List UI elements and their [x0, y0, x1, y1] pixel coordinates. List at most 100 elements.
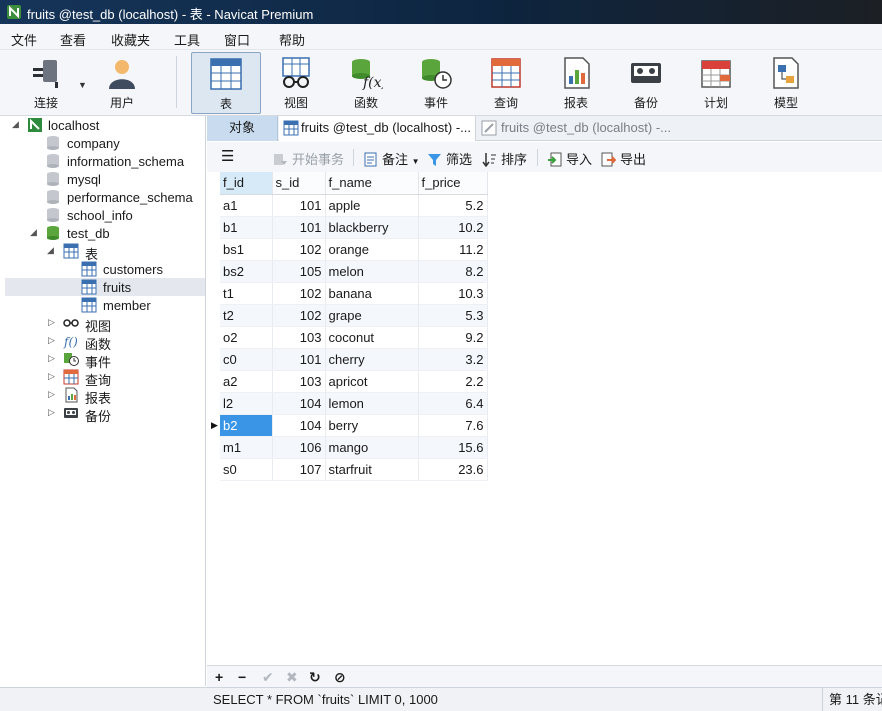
cell-f-price[interactable]: 23.6	[418, 458, 488, 481]
cell-f-name[interactable]: banana	[325, 282, 419, 305]
cell-f-id[interactable]: t1	[220, 282, 273, 305]
cell-s-id[interactable]: 105	[272, 260, 326, 283]
tree-item-localhost[interactable]: ◢ localhost	[5, 116, 205, 134]
menu-window[interactable]: 窗口	[224, 30, 250, 49]
tab-fruits-design[interactable]: fruits @test_db (localhost) -...	[477, 116, 687, 141]
tree-folder-views[interactable]: ▷ 视图	[5, 314, 205, 334]
tree-item-fruits[interactable]: fruits	[5, 278, 205, 296]
cell-s-id[interactable]: 103	[272, 326, 326, 349]
tree-folder-backups[interactable]: ▷ 备份	[5, 404, 205, 424]
cell-f-price[interactable]: 7.6	[418, 414, 488, 437]
table-row[interactable]: o2 103 coconut 9.2	[220, 326, 488, 349]
menu-tools[interactable]: 工具	[174, 30, 200, 49]
connect-button[interactable]: 连接	[14, 52, 78, 114]
table-row[interactable]: t2 102 grape 5.3	[220, 304, 488, 327]
cell-s-id[interactable]: 102	[272, 282, 326, 305]
cell-s-id[interactable]: 103	[272, 370, 326, 393]
cell-f-price[interactable]: 8.2	[418, 260, 488, 283]
table-row[interactable]: s0 107 starfruit 23.6	[220, 458, 488, 481]
memo-button[interactable]: 备注 ▼	[363, 149, 420, 168]
collapse-arrow-icon[interactable]: ◢	[12, 119, 19, 130]
cell-s-id[interactable]: 104	[272, 414, 326, 437]
cell-f-name[interactable]: melon	[325, 260, 419, 283]
cell-f-id[interactable]: m1	[220, 436, 273, 459]
tab-fruits-table[interactable]: fruits @test_db (localhost) -...	[279, 116, 476, 141]
table-button[interactable]: 表	[191, 52, 261, 114]
query-button[interactable]: 查询	[478, 52, 534, 114]
cell-f-name[interactable]: berry	[325, 414, 419, 437]
tree-folder-tables[interactable]: ◢ 表	[5, 242, 205, 262]
begin-transaction-button[interactable]: 开始事务	[273, 149, 344, 168]
collapse-arrow-icon[interactable]: ◢	[47, 245, 54, 256]
cell-f-price[interactable]: 10.3	[418, 282, 488, 305]
cell-f-price[interactable]: 3.2	[418, 348, 488, 371]
cell-s-id[interactable]: 101	[272, 216, 326, 239]
collapse-arrow-icon[interactable]: ◢	[30, 227, 37, 238]
cell-f-name[interactable]: cherry	[325, 348, 419, 371]
discard-changes-button[interactable]: ✖	[286, 669, 298, 686]
table-row[interactable]: bs1 102 orange 11.2	[220, 238, 488, 261]
cell-s-id[interactable]: 102	[272, 304, 326, 327]
expand-arrow-icon[interactable]: ▷	[48, 335, 55, 346]
tree-item-test-db[interactable]: ◢ test_db	[5, 224, 205, 242]
cell-f-name[interactable]: apricot	[325, 370, 419, 393]
tree-item-mysql[interactable]: mysql	[5, 170, 205, 188]
cell-f-id[interactable]: o2	[220, 326, 273, 349]
menu-file[interactable]: 文件	[11, 30, 37, 49]
cell-f-price[interactable]: 9.2	[418, 326, 488, 349]
import-button[interactable]: 导入	[547, 149, 592, 168]
menu-help[interactable]: 帮助	[279, 30, 305, 49]
tree-folder-reports[interactable]: ▷ 报表	[5, 386, 205, 406]
tree-item-company[interactable]: company	[5, 134, 205, 152]
cell-s-id[interactable]: 104	[272, 392, 326, 415]
cell-f-name[interactable]: orange	[325, 238, 419, 261]
cell-f-id[interactable]: bs2	[220, 260, 273, 283]
filter-button[interactable]: 筛选	[427, 149, 472, 168]
cell-f-price[interactable]: 10.2	[418, 216, 488, 239]
tab-objects[interactable]: 对象	[207, 116, 278, 141]
cell-f-price[interactable]: 15.6	[418, 436, 488, 459]
expand-arrow-icon[interactable]: ▷	[48, 389, 55, 400]
function-button[interactable]: f(x) 函数	[338, 52, 394, 114]
cell-f-price[interactable]: 5.2	[418, 194, 488, 217]
cell-f-id[interactable]: b2	[220, 414, 273, 437]
cell-f-name[interactable]: mango	[325, 436, 419, 459]
tree-folder-functions[interactable]: ▷ f() 函数	[5, 332, 205, 352]
schedule-button[interactable]: 计划	[688, 52, 744, 114]
cell-f-price[interactable]: 2.2	[418, 370, 488, 393]
table-row[interactable]: c0 101 cherry 3.2	[220, 348, 488, 371]
tree-folder-events[interactable]: ▷ 事件	[5, 350, 205, 370]
cell-f-id[interactable]: s0	[220, 458, 273, 481]
backup-button[interactable]: 备份	[618, 52, 674, 114]
table-row[interactable]: a1 101 apple 5.2	[220, 194, 488, 217]
table-row[interactable]: l2 104 lemon 6.4	[220, 392, 488, 415]
cell-f-name[interactable]: blackberry	[325, 216, 419, 239]
stop-button[interactable]: ⊘	[334, 669, 346, 686]
tree-item-member[interactable]: member	[5, 296, 205, 314]
event-button[interactable]: 事件	[408, 52, 464, 114]
cell-s-id[interactable]: 101	[272, 194, 326, 217]
refresh-button[interactable]: ↻	[309, 669, 321, 686]
report-button[interactable]: 报表	[548, 52, 604, 114]
model-button[interactable]: 模型	[758, 52, 814, 114]
tree-item-customers[interactable]: customers	[5, 260, 205, 278]
cell-f-name[interactable]: coconut	[325, 326, 419, 349]
column-header-s-id[interactable]: s_id	[272, 172, 326, 195]
cell-f-price[interactable]: 11.2	[418, 238, 488, 261]
table-row[interactable]: b2 104 berry 7.6	[220, 414, 488, 437]
cell-f-price[interactable]: 6.4	[418, 392, 488, 415]
cell-f-id[interactable]: bs1	[220, 238, 273, 261]
column-header-f-id[interactable]: f_id	[220, 172, 273, 195]
cell-s-id[interactable]: 107	[272, 458, 326, 481]
cell-f-name[interactable]: starfruit	[325, 458, 419, 481]
hamburger-menu-icon[interactable]: ☰	[221, 147, 234, 165]
table-row[interactable]: a2 103 apricot 2.2	[220, 370, 488, 393]
cell-s-id[interactable]: 102	[272, 238, 326, 261]
column-header-f-price[interactable]: f_price	[418, 172, 488, 195]
table-row[interactable]: m1 106 mango 15.6	[220, 436, 488, 459]
cell-f-id[interactable]: a2	[220, 370, 273, 393]
cell-f-id[interactable]: a1	[220, 194, 273, 217]
tree-item-performance-schema[interactable]: performance_schema	[5, 188, 205, 206]
column-header-f-name[interactable]: f_name	[325, 172, 419, 195]
tree-item-school-info[interactable]: school_info	[5, 206, 205, 224]
